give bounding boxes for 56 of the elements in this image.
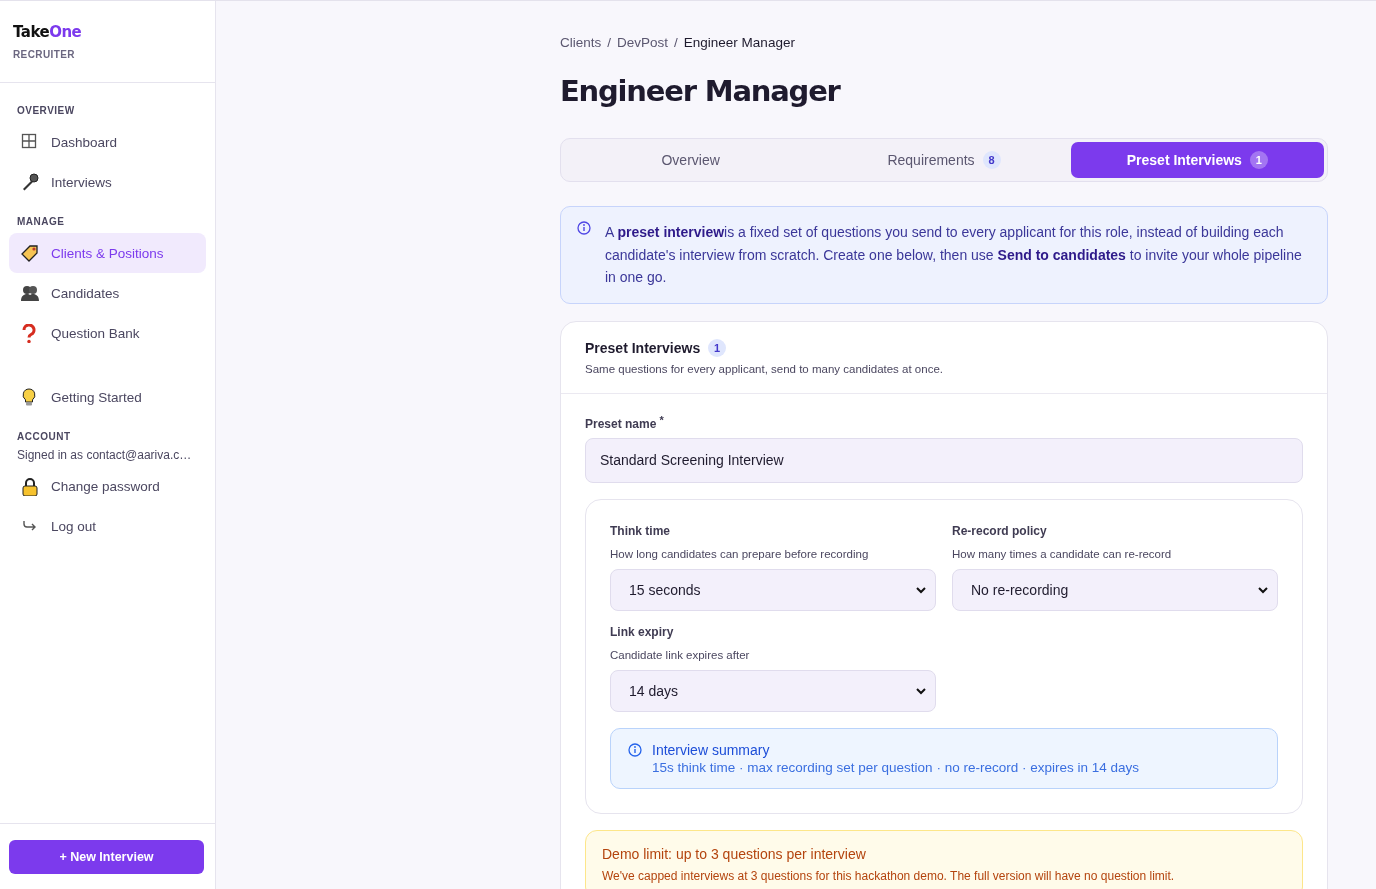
required-mark: * xyxy=(659,413,664,426)
demo-limit-text: We've capped interviews at 3 questions for this hackathon demo. The full version will have no question limit. xyxy=(602,868,1175,883)
info-icon xyxy=(628,742,642,757)
preset-name-field[interactable]: Standard Screening Interview xyxy=(585,437,1303,483)
count-badge: 1 xyxy=(1249,151,1268,169)
select-field[interactable]: No re-recording xyxy=(952,568,1278,611)
field-hint: Candidate link expires after xyxy=(610,648,750,661)
tab[interactable]: Requirements 8 xyxy=(817,142,1071,178)
breadcrumb-separator: / xyxy=(607,35,612,50)
card-subtitle: Same questions for every applicant, send to many candidates at once. xyxy=(585,362,943,375)
section-heading: MANAGE xyxy=(17,216,65,227)
microphone-icon xyxy=(21,172,39,192)
new-interview-button[interactable]: + New Interview xyxy=(9,840,204,874)
card-title: Preset Interviews xyxy=(585,339,701,356)
sidebar-item[interactable]: Clients & Positions xyxy=(9,233,206,273)
summary-title: Interview summary xyxy=(652,741,771,758)
sidebar-item[interactable]: Change password xyxy=(9,466,206,506)
logo: TakeOne xyxy=(13,23,82,41)
tab[interactable]: Preset Interviews 1 xyxy=(1070,142,1324,178)
field-hint: How long candidates can prepare before recording xyxy=(610,547,869,560)
sidebar-item[interactable]: Log out xyxy=(9,506,206,546)
tab[interactable]: Overview xyxy=(564,142,818,178)
breadcrumb-current: Engineer Manager xyxy=(683,35,795,50)
app-subtitle: RECRUITER xyxy=(13,49,75,60)
demo-limit-title: Demo limit: up to 3 questions per interview xyxy=(602,845,866,862)
field-label: Preset name xyxy=(585,416,657,431)
sidebar-item[interactable]: Dashboard xyxy=(9,122,206,162)
select-field[interactable]: 14 days xyxy=(610,669,936,712)
section-heading: OVERVIEW xyxy=(17,105,75,116)
section-heading: ACCOUNT xyxy=(17,431,71,442)
sidebar-item[interactable]: Question Bank xyxy=(9,313,206,353)
tag-icon xyxy=(21,243,39,263)
sidebar-item[interactable]: Getting Started xyxy=(9,377,206,417)
info-icon xyxy=(577,221,591,235)
padlock-icon xyxy=(21,476,39,496)
breadcrumb-link[interactable]: Clients xyxy=(560,35,602,50)
sidebar-item[interactable]: Candidates xyxy=(9,273,206,313)
page-title: Engineer Manager xyxy=(560,74,840,108)
chevron-down-icon xyxy=(915,585,927,594)
field-label: Re-record policy xyxy=(952,523,1047,538)
count-badge: 8 xyxy=(982,151,1001,169)
sidebar-item[interactable]: Interviews xyxy=(9,162,206,202)
lightbulb-icon xyxy=(21,387,39,407)
select-field[interactable]: 15 seconds xyxy=(610,568,936,611)
field-label: Link expiry xyxy=(610,624,674,639)
chevron-down-icon xyxy=(1257,585,1269,594)
breadcrumb-link[interactable]: DevPost xyxy=(617,35,669,50)
signed-in-text: Signed in as contact@aariva.c… xyxy=(17,448,192,462)
field-label: Think time xyxy=(610,523,670,538)
notice-text: A preset interviewis a fixed set of questions you send to every applicant for this role, instead of building each candidate's interview from scratch. Create one below, then use Send to candidates to invite your whole pipeline in one go. xyxy=(605,223,1303,287)
count-badge: 1 xyxy=(708,338,727,357)
chevron-down-icon xyxy=(915,686,927,695)
people-icon xyxy=(21,283,39,303)
summary-text: 15s think time · max recording set per question · no re-record · expires in 14 days xyxy=(652,759,1140,775)
field-hint: How many times a candidate can re-record xyxy=(952,547,1172,560)
breadcrumb-separator: / xyxy=(674,35,678,50)
